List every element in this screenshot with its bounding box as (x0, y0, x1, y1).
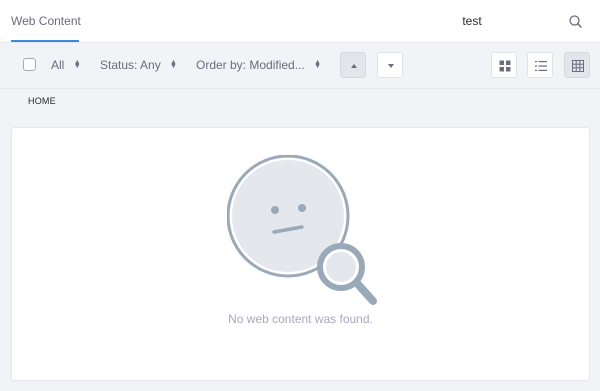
breadcrumb-home[interactable]: HOME (28, 96, 56, 106)
search-icon (569, 15, 582, 28)
caret-up-icon (351, 64, 357, 68)
sort-descending-button[interactable] (377, 52, 403, 78)
breadcrumb: HOME (28, 96, 56, 106)
cards-icon (499, 60, 511, 72)
filter-all-label: All (51, 58, 65, 72)
active-tab-indicator (11, 40, 79, 42)
tab-web-content[interactable]: Web Content (11, 0, 81, 43)
sort-caret-icon: ▲ ▼ (170, 58, 177, 70)
list-icon (535, 61, 547, 71)
search-button[interactable] (566, 12, 586, 32)
status-filter-label: Status: Any (100, 58, 161, 72)
sort-caret-icon: ▲ ▼ (314, 58, 321, 70)
table-icon (572, 60, 584, 72)
management-toolbar: All ▲ ▼ Status: Any ▲ ▼ Order by: Modified… (0, 43, 600, 89)
sort-caret-icon: ▲ ▼ (73, 58, 81, 70)
search-input[interactable] (392, 10, 552, 32)
empty-state-illustration-icon (227, 155, 377, 305)
order-by-label: Order by: Modified... (196, 58, 305, 72)
filter-all-dropdown[interactable]: All ▲ ▼ (51, 58, 81, 72)
status-filter-dropdown[interactable]: Status: Any ▲ ▼ (100, 58, 177, 72)
view-table-button[interactable] (564, 52, 590, 78)
empty-state-message: No web content was found. (228, 312, 373, 326)
view-list-button[interactable] (527, 52, 553, 78)
select-all-checkbox[interactable] (23, 58, 36, 71)
top-navbar: Web Content (0, 0, 600, 43)
caret-down-icon (388, 64, 394, 68)
sort-ascending-button[interactable] (340, 52, 366, 78)
order-by-dropdown[interactable]: Order by: Modified... ▲ ▼ (196, 58, 321, 72)
view-cards-button[interactable] (491, 52, 517, 78)
content-card: No web content was found. (11, 127, 590, 381)
